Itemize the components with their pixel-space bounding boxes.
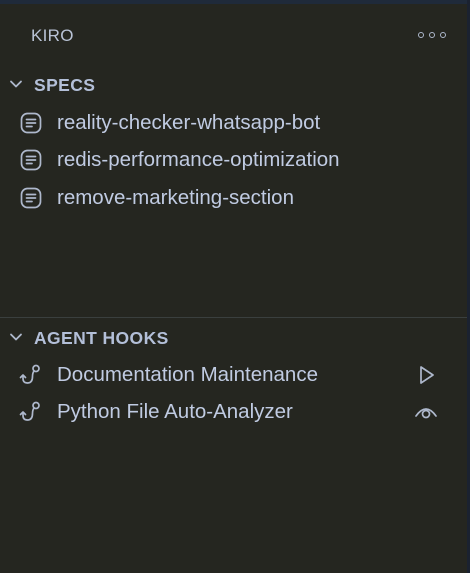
spec-item-label: redis-performance-optimization [57, 148, 340, 171]
top-border [0, 0, 470, 4]
hook-icon [19, 364, 40, 384]
spec-item-label: remove-marketing-section [57, 186, 294, 209]
panel-title: KIRO [31, 26, 74, 45]
chevron-down-icon [10, 333, 22, 341]
hook-icon [19, 401, 40, 421]
hook-item-python-file-auto-analyzer[interactable]: Python File Auto-Analyzer [0, 394, 467, 430]
document-lines-icon [20, 187, 42, 209]
spec-item-redis-performance-optimization[interactable]: redis-performance-optimization [0, 142, 467, 178]
chevron-down-icon [10, 80, 22, 88]
spec-item-remove-marketing-section[interactable]: remove-marketing-section [0, 180, 467, 216]
panel-header: KIRO [0, 18, 467, 52]
hook-item-label: Python File Auto-Analyzer [57, 400, 293, 423]
specs-section-label: SPECS [34, 75, 96, 95]
spec-item-label: reality-checker-whatsapp-bot [57, 111, 321, 134]
agent-hooks-section-label: AGENT HOOKS [34, 328, 169, 348]
document-lines-icon [20, 112, 42, 134]
spec-item-reality-checker-whatsapp-bot[interactable]: reality-checker-whatsapp-bot [0, 105, 467, 141]
section-divider [0, 317, 467, 318]
specs-section-header[interactable]: SPECS [0, 71, 467, 99]
hook-item-documentation-maintenance[interactable]: Documentation Maintenance [0, 357, 467, 393]
document-lines-icon [20, 149, 42, 171]
eye-icon[interactable] [413, 400, 439, 424]
more-options-icon[interactable] [418, 26, 446, 44]
hook-item-label: Documentation Maintenance [57, 363, 318, 386]
agent-hooks-section-header[interactable]: AGENT HOOKS [0, 324, 467, 352]
play-icon[interactable] [413, 363, 439, 387]
